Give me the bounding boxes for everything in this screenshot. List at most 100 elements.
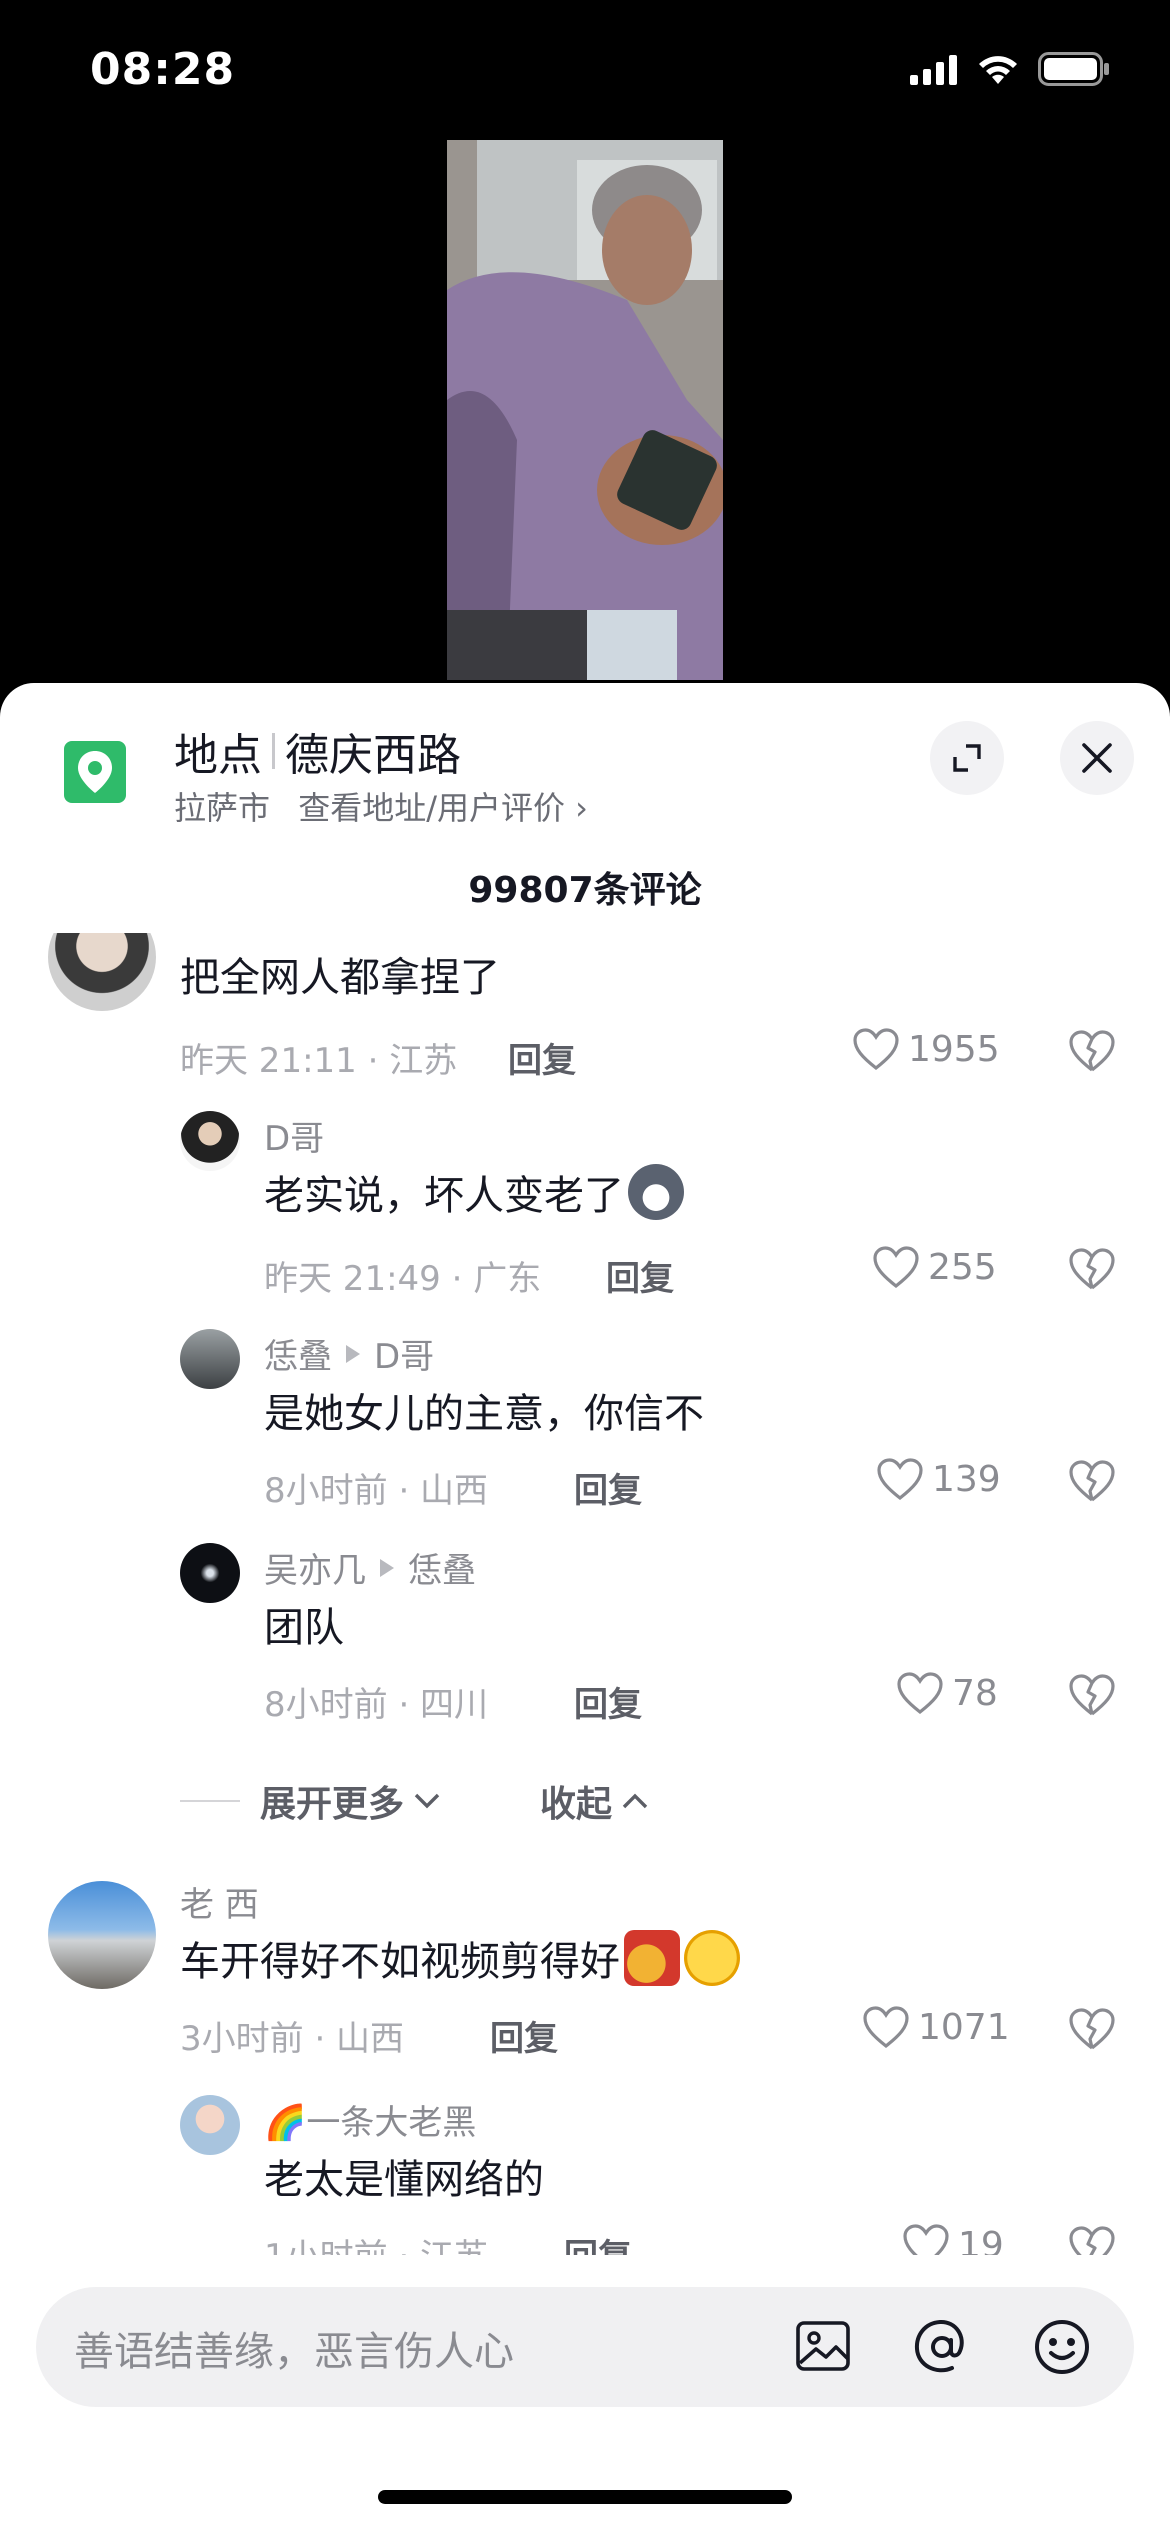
video-thumbnail [447,140,723,680]
reply-arrow-icon [346,1344,360,1363]
avatar[interactable] [180,1329,240,1389]
avatar[interactable] [48,1881,156,1989]
husky-emoji [628,1164,684,1220]
location-label: 地点 [174,730,262,781]
comment-author[interactable]: 吴亦几 恁叠 [264,1543,476,1592]
reply-button[interactable]: 回复 [490,2011,558,2060]
like-button[interactable]: 78 [896,1671,998,1715]
heart-icon [903,2224,949,2255]
expand-button[interactable] [930,721,1004,795]
thumbs-up-emoji [624,1930,680,1986]
reply-button[interactable]: 回复 [564,2229,632,2255]
comment-meta: 昨天 21:11 · 江苏 [180,1041,458,1081]
like-count: 1955 [908,1028,1000,1070]
comment-input[interactable]: 善语结善缘，恶言伤人心 [74,2319,514,2377]
reply-arrow-icon [380,1558,394,1577]
like-button[interactable]: 19 [902,2223,1004,2255]
broken-heart-icon [1069,1674,1115,1716]
avatar[interactable] [180,2095,240,2155]
like-count: 255 [928,1246,997,1288]
wifi-icon [979,56,1017,84]
location-subtitle[interactable]: 拉萨市 查看地址/用户评价 › [174,783,588,829]
at-sign-icon [914,2320,964,2373]
like-count: 19 [958,2224,1004,2256]
reply-button[interactable]: 回复 [574,1463,642,1512]
smiley-icon [1035,2320,1089,2374]
heart-icon [873,1246,919,1289]
expand-divider [180,1800,240,1802]
image-button[interactable] [792,2315,854,2381]
mention-button[interactable] [910,2315,974,2383]
comment-text: 老实说，坏人变老了 [264,1163,684,1221]
dislike-button[interactable] [1068,1247,1116,1295]
broken-heart-icon [1069,2008,1115,2050]
comments-sheet: 地点 德庆西路 拉萨市 查看地址/用户评价 › 99807条评论 把全网人都拿捏… [0,683,1170,2532]
location-divider [272,733,275,769]
comment-text: 是她女儿的主意，你信不 [264,1391,704,1437]
avatar[interactable] [48,933,156,1011]
like-count: 78 [952,1672,998,1714]
avatar[interactable] [180,1111,240,1171]
like-count: 139 [932,1458,1001,1500]
home-indicator[interactable] [378,2490,792,2504]
broken-heart-icon [1069,1030,1115,1072]
reply-button[interactable]: 回复 [508,1033,576,1082]
status-icons [910,52,1110,86]
comment-count: 99807条评论 [468,870,702,911]
like-button[interactable]: 1071 [862,2005,1010,2049]
like-count: 1071 [918,2006,1010,2048]
comment-meta: 1小时前 · 江苏 [264,2229,488,2255]
close-button[interactable] [1060,721,1134,795]
comment-text: 老太是懂网络的 [264,2157,544,2203]
comment-input-bar[interactable]: 善语结善缘，恶言伤人心 [36,2287,1134,2407]
reply-button[interactable]: 回复 [574,1677,642,1726]
close-icon [1082,743,1112,773]
comment-author[interactable]: 🌈一条大老黑 [264,2095,476,2144]
collapse-button[interactable]: 收起 [540,1775,652,1827]
location-title[interactable]: 地点 德庆西路 [174,719,461,783]
dislike-button[interactable] [1068,1029,1116,1077]
dislike-button[interactable] [1068,1459,1116,1507]
comment-author[interactable]: 老 西 [180,1877,259,1926]
status-bar: 08:28 [0,0,1170,140]
dislike-button[interactable] [1068,1673,1116,1721]
avatar[interactable] [180,1543,240,1603]
video-player[interactable] [0,140,1170,700]
broken-heart-icon [1069,1248,1115,1290]
comment-meta: 昨天 21:49 · 广东 [264,1259,542,1299]
comment-text: 团队 [264,1605,344,1651]
dislike-button[interactable] [1068,2225,1116,2255]
comment-text: 把全网人都拿捏了 [180,955,500,1001]
comment-meta: 3小时前 · 山西 [180,2019,405,2059]
emoji-button[interactable] [1030,2315,1094,2383]
expand-icon [953,744,981,772]
dislike-button[interactable] [1068,2007,1116,2055]
chevron-down-icon [414,1793,440,1809]
like-button[interactable]: 139 [876,1457,1001,1501]
thread-controls: 展开更多 收起 [180,1775,652,1827]
image-icon [796,2321,850,2371]
location-name: 德庆西路 [285,730,461,781]
heart-icon [877,1458,923,1501]
grin-emoji [684,1930,740,1986]
location-city: 拉萨市 [174,789,271,827]
like-button[interactable]: 1955 [852,1027,1000,1071]
comment-meta: 8小时前 · 四川 [264,1685,489,1725]
expand-more-button[interactable]: 展开更多 [260,1775,444,1827]
chevron-up-icon [622,1793,648,1809]
broken-heart-icon [1069,2226,1115,2255]
heart-icon [897,1672,943,1715]
reply-button[interactable]: 回复 [606,1251,674,1300]
heart-icon [863,2006,909,2049]
location-pin-icon[interactable] [64,741,126,803]
comment-list[interactable]: 把全网人都拿捏了 昨天 21:11 · 江苏 回复 1955 D哥 老实说，坏人… [0,933,1170,2255]
broken-heart-icon [1069,1460,1115,1502]
comment-author[interactable]: D哥 [264,1111,324,1160]
heart-icon [853,1028,899,1071]
battery-icon [1038,52,1109,86]
view-address-link[interactable]: 查看地址/用户评价 › [298,789,588,827]
comment-author[interactable]: 恁叠 D哥 [264,1329,434,1378]
status-time: 08:28 [90,44,236,95]
like-button[interactable]: 255 [872,1245,997,1289]
comment-text: 车开得好不如视频剪得好 [180,1929,740,1987]
